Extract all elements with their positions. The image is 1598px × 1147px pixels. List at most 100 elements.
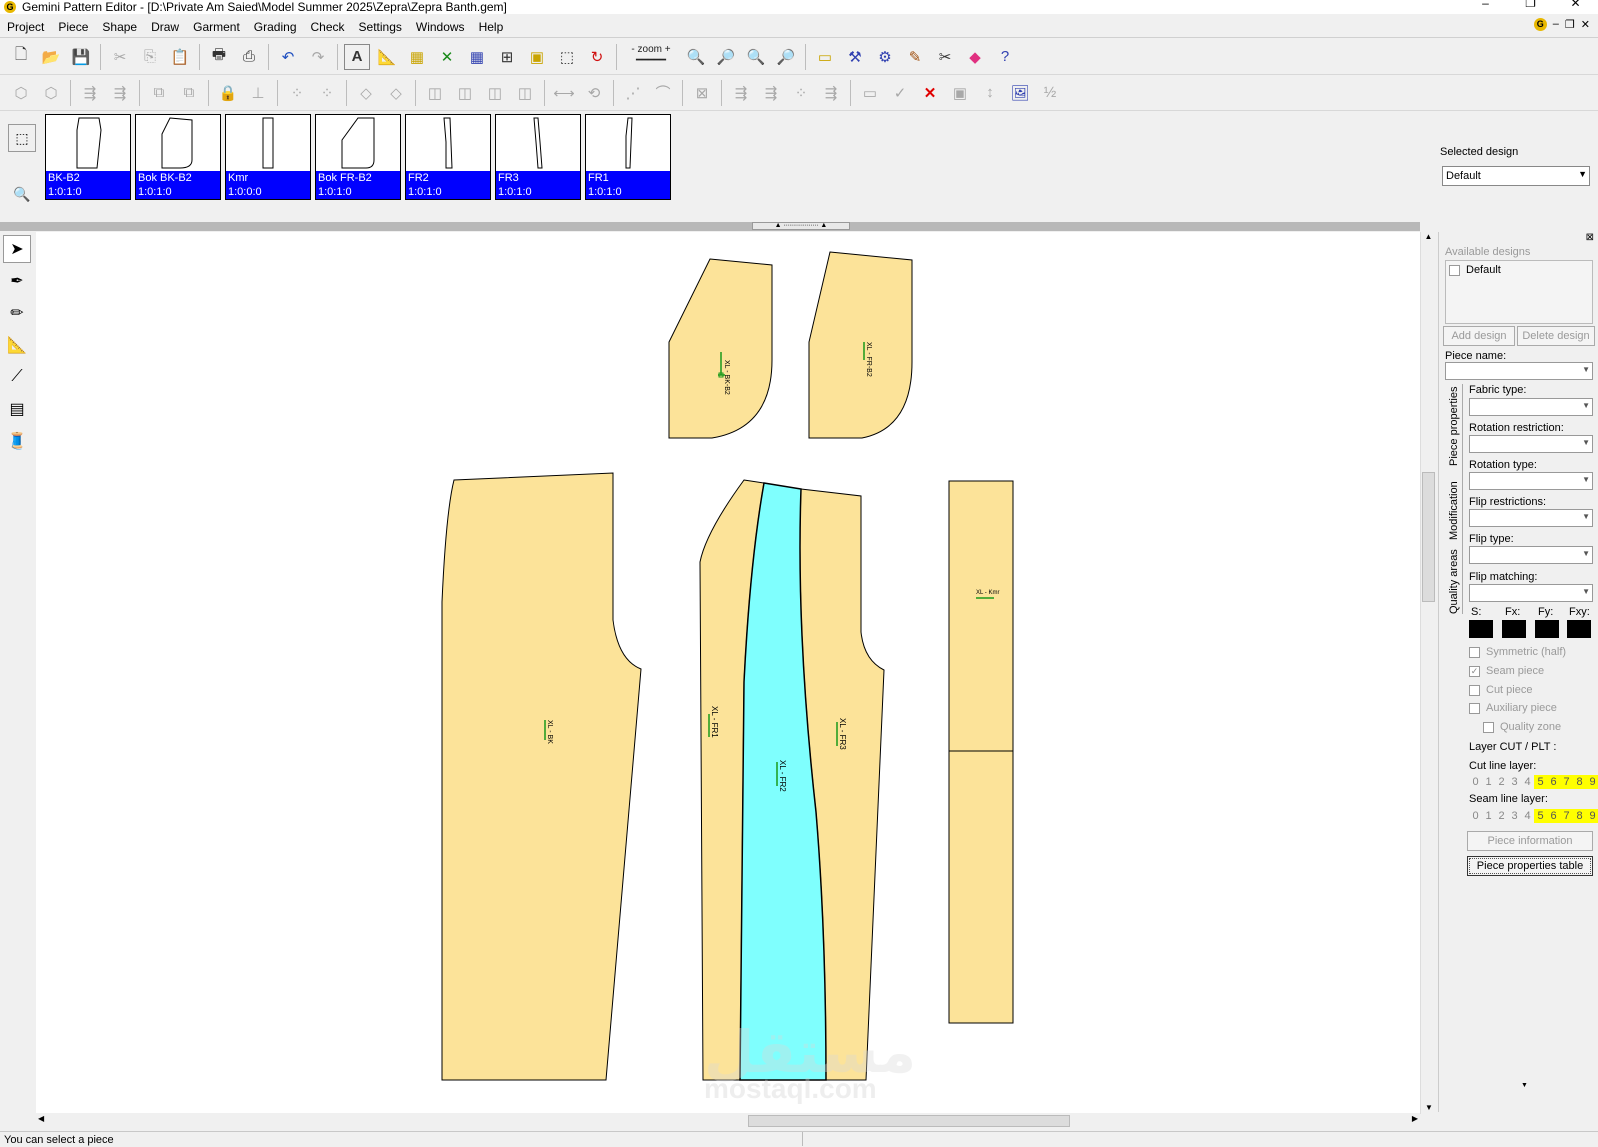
frame-icon[interactable]: ▭ [857, 80, 883, 106]
move-icon[interactable]: ⇶ [77, 80, 103, 106]
tab-quality-areas[interactable]: Quality areas [1448, 542, 1460, 614]
flip-restrictions-dropdown[interactable]: ▼ [1469, 509, 1593, 527]
splitter[interactable]: ▲ ∙∙∙∙∙∙∙∙∙∙∙∙∙∙∙∙∙∙ ▲ [0, 222, 1420, 231]
designs-list[interactable]: Default [1445, 260, 1593, 324]
piece-information-button[interactable]: Piece information [1467, 831, 1593, 851]
paste-icon[interactable]: 📋 [167, 44, 193, 70]
grade-1-icon[interactable]: ⇶ [728, 80, 754, 106]
fraction-icon[interactable]: ½ [1037, 80, 1063, 106]
zoom-piece-icon[interactable]: 🔍 [8, 180, 36, 208]
symmetric-checkbox[interactable]: Symmetric (half) [1469, 646, 1566, 658]
piece-kmr[interactable]: XL - Kmr [948, 480, 1014, 1024]
cut-piece-checkbox[interactable]: Cut piece [1469, 684, 1532, 696]
tab-modification[interactable]: Modification [1448, 470, 1460, 540]
scroll-up-icon[interactable]: ▲ [1421, 232, 1436, 246]
piece-card[interactable]: Bok BK-B2 1:0:1:0 [135, 114, 221, 200]
close-button[interactable]: ✕ [1553, 0, 1598, 10]
design-item[interactable]: Default [1449, 264, 1501, 276]
fabric-type-dropdown[interactable]: ▼ [1469, 398, 1593, 416]
horizontal-scrollbar[interactable]: ◀ ▶ [36, 1113, 1420, 1129]
menu-check[interactable]: Check [304, 20, 352, 34]
tool-e-icon[interactable]: ✂ [932, 44, 958, 70]
cut-layer-1[interactable]: 1 [1482, 775, 1495, 789]
piece-name-dropdown[interactable]: ▼ [1445, 362, 1593, 380]
move-all-icon[interactable]: ⇶ [107, 80, 133, 106]
zoom-area-icon[interactable]: 🔍 [743, 44, 769, 70]
seam-piece-checkbox[interactable]: ✓ Seam piece [1469, 665, 1544, 677]
seam-layer-0[interactable]: 0 [1469, 809, 1482, 823]
auxiliary-piece-checkbox[interactable]: Auxiliary piece [1469, 702, 1557, 714]
pattern-canvas[interactable]: XL - BK-B2 XL - FR-B2 XL - BK XL - FR1 X… [36, 232, 1420, 1114]
rotate-icon[interactable]: ⟲ [581, 80, 607, 106]
grade-4-icon[interactable]: ⇶ [818, 80, 844, 106]
cut-layer-3[interactable]: 3 [1508, 775, 1521, 789]
piece-card[interactable]: Bok FR-B2 1:0:1:0 [315, 114, 401, 200]
picture-icon[interactable]: 🖼 [1007, 80, 1033, 106]
scroll-down-icon[interactable]: ▼ [1421, 1103, 1437, 1112]
zoom-control[interactable]: - zoom + ━━━━━ [621, 44, 681, 70]
cut-layer-7[interactable]: 7 [1560, 775, 1573, 789]
mdi-restore-button[interactable]: ❐ [1565, 18, 1575, 31]
h-scroll-thumb[interactable] [748, 1115, 1070, 1127]
layer-2-icon[interactable]: ◫ [452, 80, 478, 106]
cut-layer-5[interactable]: 5 [1534, 775, 1547, 789]
mirror-icon[interactable]: ⟷ [551, 80, 577, 106]
measure-icon[interactable]: 📐 [374, 44, 400, 70]
shape-2-icon[interactable]: ◇ [383, 80, 409, 106]
cut-layer-2[interactable]: 2 [1495, 775, 1508, 789]
panel-close-icon[interactable]: ⊠ [1586, 232, 1594, 243]
piece-card[interactable]: FR1 1:0:1:0 [585, 114, 671, 200]
pencil-tool-icon[interactable]: ✏ [3, 299, 31, 327]
piece-select-icon[interactable]: ▣ [524, 44, 550, 70]
piece-card[interactable]: Kmr 1:0:0:0 [225, 114, 311, 200]
tab-piece-properties[interactable]: Piece properties [1448, 384, 1460, 467]
piece-bk[interactable]: XL - BK [441, 472, 642, 1081]
piece-bok-fr-b2[interactable]: XL - FR-B2 [808, 251, 913, 439]
open-icon[interactable]: 📂 [38, 44, 64, 70]
cross-piece-icon[interactable]: ⊠ [689, 80, 715, 106]
select-piece-icon[interactable]: ⬚ [8, 124, 36, 152]
grade-3-icon[interactable]: ⁘ [788, 80, 814, 106]
seam-layer-8[interactable]: 8 [1573, 809, 1586, 823]
menu-settings[interactable]: Settings [352, 20, 409, 34]
zoom-slider[interactable]: ━━━━━ [636, 55, 666, 66]
layer-3-icon[interactable]: ◫ [482, 80, 508, 106]
menu-piece[interactable]: Piece [51, 20, 95, 34]
lock-icon[interactable]: 🔒 [215, 80, 241, 106]
seam-layer-3[interactable]: 3 [1508, 809, 1521, 823]
scroll-right-icon[interactable]: ▶ [1412, 1114, 1418, 1123]
layers-tool-icon[interactable]: ▤ [3, 395, 31, 423]
cut-icon[interactable]: ✂ [107, 44, 133, 70]
flip-matching-dropdown[interactable]: ▼ [1469, 584, 1593, 602]
flip-fy-swatch[interactable] [1535, 620, 1559, 638]
splitter-grip[interactable]: ▲ ∙∙∙∙∙∙∙∙∙∙∙∙∙∙∙∙∙∙ ▲ [752, 222, 850, 230]
piece-tool-1-icon[interactable]: ⬡ [8, 80, 34, 106]
grade-icon[interactable]: ▦ [404, 44, 430, 70]
layer-4-icon[interactable]: ◫ [512, 80, 538, 106]
height-icon[interactable]: ↕ [977, 80, 1003, 106]
ruler-tool-icon[interactable]: 📐 [3, 331, 31, 359]
cut-layer-8[interactable]: 8 [1573, 775, 1586, 789]
grid-icon[interactable]: ▦ [464, 44, 490, 70]
check-icon[interactable]: ✓ [887, 80, 913, 106]
flip-fxy-swatch[interactable] [1567, 620, 1591, 638]
redo-icon[interactable]: ↷ [305, 44, 331, 70]
menu-shape[interactable]: Shape [95, 20, 144, 34]
refresh-icon[interactable]: ↻ [584, 44, 610, 70]
piece-card[interactable]: FR2 1:0:1:0 [405, 114, 491, 200]
rotation-type-dropdown[interactable]: ▼ [1469, 472, 1593, 490]
paste-piece-icon[interactable]: ⧉ [176, 80, 202, 106]
zoom-in-icon[interactable]: 🔍 [683, 44, 709, 70]
rotation-restriction-dropdown[interactable]: ▼ [1469, 435, 1593, 453]
zoom-out-icon[interactable]: 🔎 [713, 44, 739, 70]
seam-layer-7[interactable]: 7 [1560, 809, 1573, 823]
cut-layer-4[interactable]: 4 [1521, 775, 1534, 789]
bezier-tool-icon[interactable]: ✒ [3, 267, 31, 295]
menu-windows[interactable]: Windows [409, 20, 472, 34]
restore-button[interactable]: ❐ [1508, 0, 1553, 10]
layer-1-icon[interactable]: ◫ [422, 80, 448, 106]
select-arrow-icon[interactable]: ⬚ [554, 44, 580, 70]
minimize-button[interactable]: – [1463, 0, 1508, 10]
thread-tool-icon[interactable]: 🧵 [3, 427, 31, 455]
new-icon[interactable]: 🗋 [8, 44, 34, 70]
